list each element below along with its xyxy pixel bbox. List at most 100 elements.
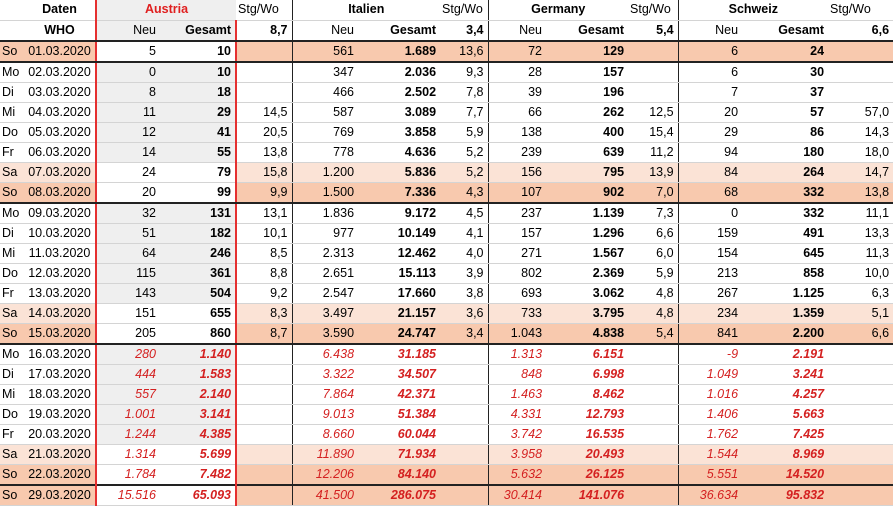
cell-neu-germany[interactable]: 237 [487, 202, 547, 224]
cell-gesamt-schweiz[interactable]: 95.832 [742, 483, 829, 506]
cell-stg-italien[interactable]: 4,5 [440, 202, 489, 224]
cell-stg-schweiz[interactable] [828, 343, 893, 365]
cell-gesamt-germany[interactable]: 8.462 [546, 384, 629, 405]
cell-stg-italien[interactable]: 5,2 [440, 162, 489, 183]
cell-stg-italien[interactable] [440, 364, 489, 385]
cell-gesamt-schweiz[interactable]: 14.520 [742, 464, 829, 485]
cell-stg-germany[interactable]: 7,3 [628, 202, 679, 224]
cell-stg-schweiz[interactable] [828, 483, 893, 506]
cell-neu-italien[interactable]: 2.547 [291, 283, 359, 304]
cell-stg-germany[interactable] [628, 483, 679, 506]
cell-gesamt-germany[interactable]: 129 [546, 40, 629, 63]
cell-gesamt-schweiz[interactable]: 491 [742, 223, 829, 244]
cell-gesamt-austria[interactable]: 182 [160, 223, 238, 244]
cell-stg-schweiz[interactable]: 13,3 [828, 223, 893, 244]
cell-gesamt-austria[interactable]: 5.699 [160, 444, 238, 465]
cell-day[interactable]: Di [0, 223, 24, 244]
cell-neu-schweiz[interactable]: 1.544 [677, 444, 743, 465]
cell-date[interactable]: 21.03.2020 [24, 444, 96, 465]
cell-gesamt-italien[interactable]: 15.113 [358, 263, 441, 284]
cell-stg-schweiz[interactable] [828, 424, 893, 445]
cell-gesamt-germany[interactable]: 400 [546, 122, 629, 143]
cell-stg-austria[interactable]: 13,8 [236, 142, 293, 163]
cell-gesamt-schweiz[interactable]: 1.359 [742, 303, 829, 324]
cell-gesamt-austria[interactable]: 1.140 [160, 343, 238, 365]
cell-neu-italien[interactable]: 6.438 [291, 343, 359, 365]
cell-gesamt-schweiz[interactable]: 332 [742, 182, 829, 204]
cell-day[interactable]: Fr [0, 283, 24, 304]
cell-neu-austria[interactable]: 1.001 [95, 404, 160, 425]
cell-stg-schweiz[interactable] [828, 40, 893, 63]
cell-neu-germany[interactable]: 156 [487, 162, 547, 183]
cell-stg-germany[interactable] [628, 61, 679, 83]
cell-neu-italien[interactable]: 8.660 [291, 424, 359, 445]
cell-gesamt-austria[interactable]: 860 [160, 323, 238, 345]
cell-neu-schweiz[interactable]: 6 [677, 40, 743, 63]
cell-stg-schweiz[interactable]: 11,3 [828, 243, 893, 264]
cell-neu-austria[interactable]: 5 [95, 40, 160, 63]
cell-stg-austria[interactable]: 20,5 [236, 122, 293, 143]
cell-neu-germany[interactable]: 1.463 [487, 384, 547, 405]
cell-neu-germany[interactable]: 733 [487, 303, 547, 324]
cell-gesamt-italien[interactable]: 34.507 [358, 364, 441, 385]
cell-neu-germany[interactable]: 72 [487, 40, 547, 63]
cell-stg-schweiz[interactable]: 10,0 [828, 263, 893, 284]
cell-neu-germany[interactable]: 30.414 [487, 483, 547, 506]
cell-stg-austria[interactable]: 8,5 [236, 243, 293, 264]
cell-gesamt-germany[interactable]: 26.125 [546, 464, 629, 485]
cell-stg-schweiz[interactable]: 14,7 [828, 162, 893, 183]
cell-neu-austria[interactable]: 12 [95, 122, 160, 143]
cell-gesamt-schweiz[interactable]: 30 [742, 61, 829, 83]
cell-neu-italien[interactable]: 3.497 [291, 303, 359, 324]
cell-gesamt-italien[interactable]: 12.462 [358, 243, 441, 264]
cell-gesamt-germany[interactable]: 1.296 [546, 223, 629, 244]
cell-neu-austria[interactable]: 14 [95, 142, 160, 163]
cell-gesamt-germany[interactable]: 639 [546, 142, 629, 163]
cell-stg-italien[interactable]: 9,3 [440, 61, 489, 83]
cell-neu-italien[interactable]: 977 [291, 223, 359, 244]
cell-neu-austria[interactable]: 280 [95, 343, 160, 365]
cell-gesamt-italien[interactable]: 3.089 [358, 102, 441, 123]
cell-neu-schweiz[interactable]: 0 [677, 202, 743, 224]
cell-neu-austria[interactable]: 11 [95, 102, 160, 123]
cell-date[interactable]: 04.03.2020 [24, 102, 96, 123]
cell-gesamt-austria[interactable]: 10 [160, 61, 238, 83]
cell-gesamt-austria[interactable]: 10 [160, 40, 238, 63]
cell-neu-schweiz[interactable]: 68 [677, 182, 743, 204]
cell-stg-germany[interactable] [628, 464, 679, 485]
cell-stg-austria[interactable]: 15,8 [236, 162, 293, 183]
cell-neu-germany[interactable]: 693 [487, 283, 547, 304]
cell-day[interactable]: Do [0, 404, 24, 425]
cell-neu-austria[interactable]: 115 [95, 263, 160, 284]
cell-neu-italien[interactable]: 3.322 [291, 364, 359, 385]
cell-gesamt-schweiz[interactable]: 858 [742, 263, 829, 284]
cell-neu-germany[interactable]: 1.313 [487, 343, 547, 365]
cell-day[interactable]: Mo [0, 343, 24, 365]
cell-stg-austria[interactable]: 9,2 [236, 283, 293, 304]
cell-neu-schweiz[interactable]: 20 [677, 102, 743, 123]
cell-stg-italien[interactable] [440, 444, 489, 465]
cell-gesamt-austria[interactable]: 65.093 [160, 483, 238, 506]
cell-neu-schweiz[interactable]: 5.551 [677, 464, 743, 485]
cell-gesamt-austria[interactable]: 3.141 [160, 404, 238, 425]
cell-gesamt-italien[interactable]: 1.689 [358, 40, 441, 63]
cell-stg-austria[interactable] [236, 444, 293, 465]
cell-gesamt-germany[interactable]: 902 [546, 182, 629, 204]
cell-date[interactable]: 10.03.2020 [24, 223, 96, 244]
cell-gesamt-schweiz[interactable]: 2.200 [742, 323, 829, 345]
cell-neu-germany[interactable]: 66 [487, 102, 547, 123]
cell-date[interactable]: 16.03.2020 [24, 343, 96, 365]
cell-neu-schweiz[interactable]: 94 [677, 142, 743, 163]
cell-gesamt-germany[interactable]: 196 [546, 82, 629, 103]
cell-neu-austria[interactable]: 557 [95, 384, 160, 405]
cell-neu-schweiz[interactable]: -9 [677, 343, 743, 365]
cell-gesamt-schweiz[interactable]: 8.969 [742, 444, 829, 465]
cell-gesamt-austria[interactable]: 2.140 [160, 384, 238, 405]
cell-stg-germany[interactable] [628, 424, 679, 445]
cell-stg-schweiz[interactable] [828, 82, 893, 103]
cell-neu-austria[interactable]: 1.314 [95, 444, 160, 465]
cell-neu-schweiz[interactable]: 159 [677, 223, 743, 244]
cell-neu-austria[interactable]: 0 [95, 61, 160, 83]
cell-date[interactable]: 29.03.2020 [24, 483, 96, 506]
cell-stg-italien[interactable] [440, 424, 489, 445]
